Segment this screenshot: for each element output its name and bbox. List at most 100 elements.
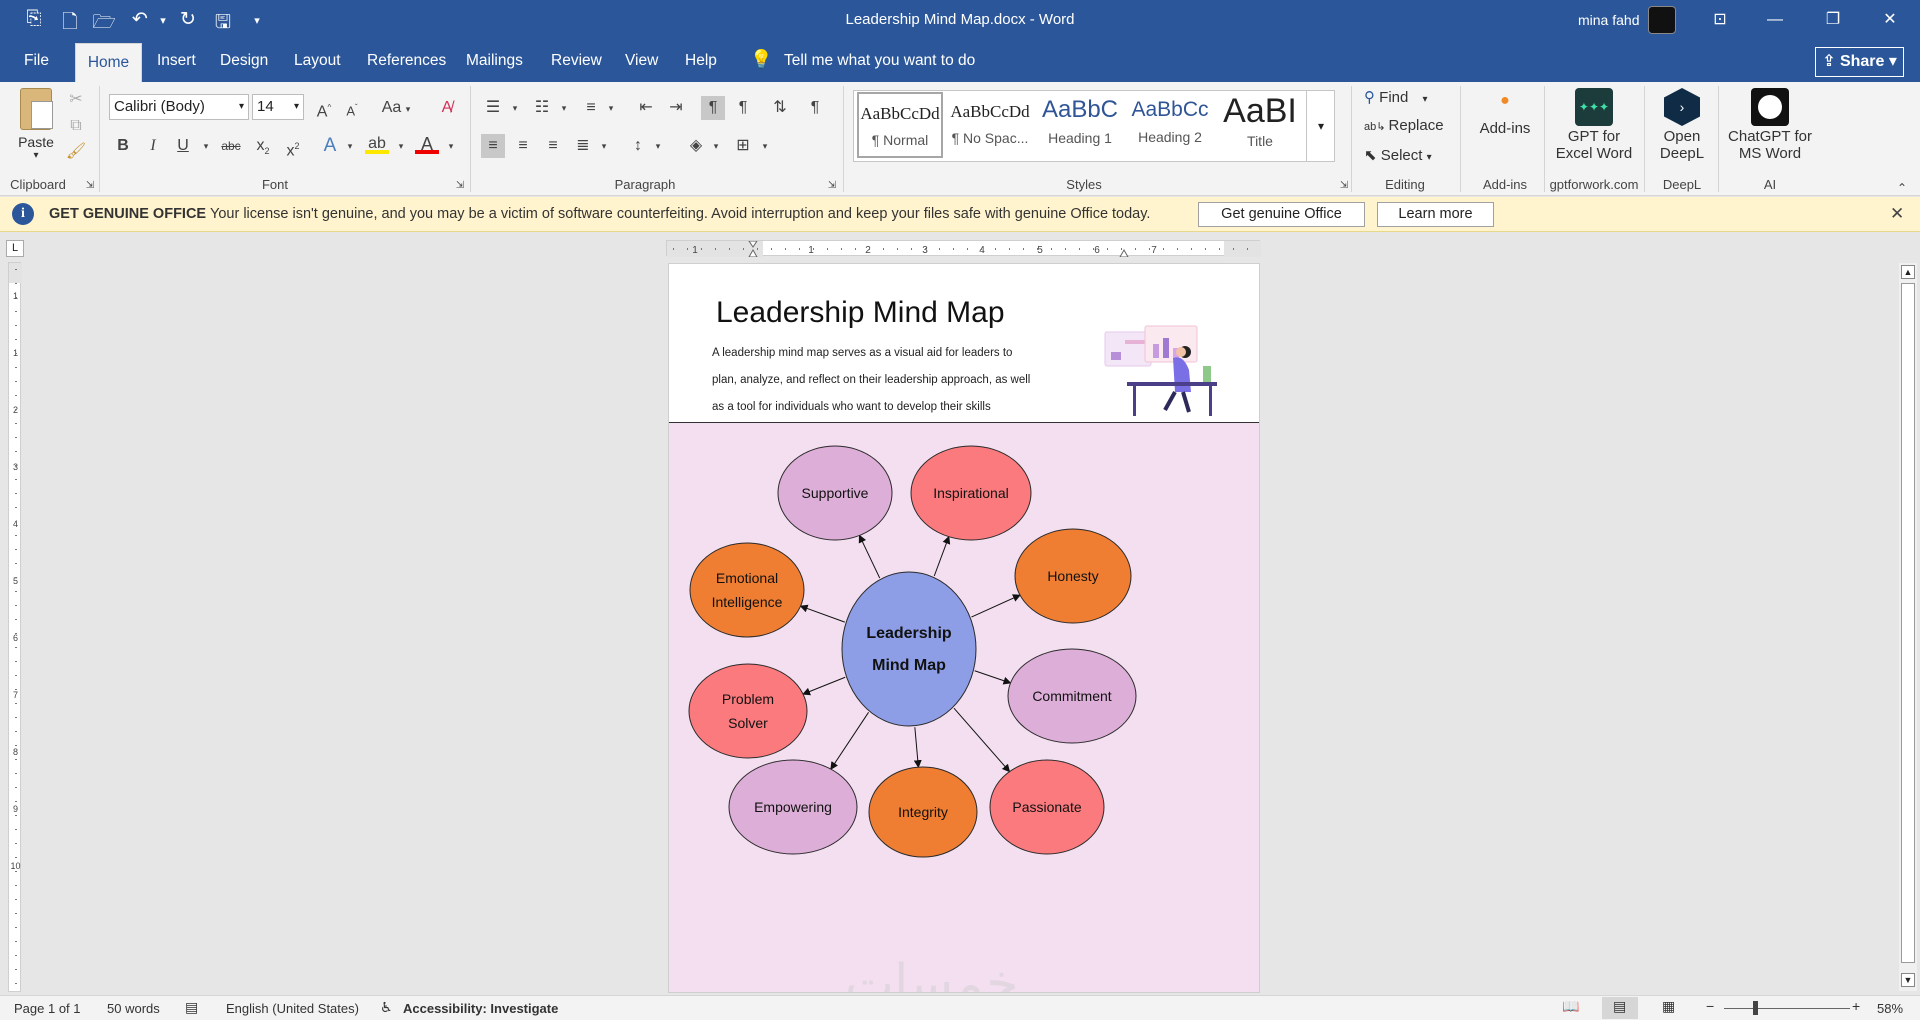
tab-home[interactable]: Home (75, 43, 142, 82)
tab-selector[interactable]: L (6, 240, 24, 257)
node-supportive[interactable]: Supportive (777, 445, 893, 541)
horizontal-ruler[interactable]: 1 1 2 3 4 5 6 7 (666, 240, 1261, 257)
cut-icon[interactable]: ✂ (64, 88, 88, 112)
zoom-in-icon[interactable]: + (1852, 998, 1860, 1014)
add-ins-button[interactable]: ● Add-ins (1466, 92, 1544, 137)
rtl-icon[interactable]: ¶ (731, 96, 755, 120)
node-integrity[interactable]: Integrity (868, 766, 978, 858)
gpt-for-excel-word-button[interactable]: ✦✦✦ GPT for Excel Word (1546, 88, 1642, 162)
dialog-launcher-icon[interactable]: ⇲ (820, 174, 844, 198)
chevron-down-icon[interactable]: ▾ (294, 95, 299, 119)
ribbon-display-options-icon[interactable]: ⊡ (1700, 6, 1740, 34)
document-page[interactable]: Leadership Mind Map A leadership mind ma… (668, 263, 1260, 993)
paste-button[interactable]: Paste ▾ (14, 88, 58, 161)
tab-insert[interactable]: Insert (157, 52, 196, 70)
node-honesty[interactable]: Honesty (1014, 528, 1132, 624)
replace-button[interactable]: ab↳ Replace (1364, 117, 1454, 134)
show-formatting-icon[interactable]: ¶ (803, 96, 827, 120)
style-normal[interactable]: AaBbCcDd ¶ Normal (857, 92, 943, 158)
page-count[interactable]: Page 1 of 1 (14, 1001, 81, 1016)
center-node[interactable]: Leadership Mind Map (841, 571, 977, 727)
chevron-down-icon[interactable]: ▾ (599, 96, 623, 120)
read-mode-icon[interactable]: 📖 (1562, 998, 1579, 1015)
font-name-box[interactable]: Calibri (Body) ▾ (109, 94, 249, 120)
tab-design[interactable]: Design (220, 52, 268, 70)
close-icon[interactable]: ✕ (1890, 204, 1904, 224)
chevron-down-icon[interactable]: ▾ (646, 134, 670, 158)
get-genuine-office-button[interactable]: Get genuine Office (1198, 202, 1365, 227)
tab-file[interactable]: File (24, 52, 49, 70)
chevron-down-icon[interactable]: ▾ (552, 96, 576, 120)
align-center-icon[interactable]: ≡ (511, 134, 535, 158)
style-heading-2[interactable]: AaBbCc Heading 2 (1127, 92, 1213, 158)
chevron-down-icon[interactable]: ▾ (592, 134, 616, 158)
align-right-icon[interactable]: ≡ (541, 134, 565, 158)
decrease-indent-icon[interactable]: ⇤ (634, 96, 658, 120)
tab-layout[interactable]: Layout (294, 52, 341, 70)
accessibility-icon[interactable]: ♿ (380, 999, 393, 1016)
sort-icon[interactable]: ⇅ (768, 96, 792, 120)
learn-more-button[interactable]: Learn more (1377, 202, 1494, 227)
tab-help[interactable]: Help (685, 52, 717, 70)
ltr-icon[interactable]: ¶ (701, 96, 725, 120)
close-icon[interactable]: ✕ (1870, 6, 1910, 34)
avatar[interactable] (1648, 6, 1676, 34)
clear-formatting-icon[interactable]: A̸ (435, 96, 459, 120)
increase-indent-icon[interactable]: ⇥ (664, 96, 688, 120)
styles-more-button[interactable]: ▾ (1306, 90, 1335, 162)
document-heading[interactable]: Leadership Mind Map (716, 296, 1005, 330)
bold-icon[interactable]: B (111, 134, 135, 158)
chevron-down-icon[interactable]: ▾ (194, 134, 218, 158)
node-empowering[interactable]: Empowering (728, 759, 858, 855)
bullets-icon[interactable]: ☰ (481, 96, 505, 120)
format-painter-icon[interactable]: 🖌 (64, 140, 88, 164)
chevron-down-icon[interactable]: ▾ (439, 134, 463, 158)
node-inspirational[interactable]: Inspirational (910, 445, 1032, 541)
word-count[interactable]: 50 words (107, 1001, 160, 1016)
superscript-icon[interactable]: x2 (281, 134, 305, 159)
chevron-down-icon[interactable]: ▾ (503, 96, 527, 120)
style-heading-1[interactable]: AaBbC Heading 1 (1037, 92, 1123, 158)
chevron-down-icon[interactable]: ▾ (704, 134, 728, 158)
vertical-scrollbar[interactable]: ▲ ▼ (1899, 263, 1917, 991)
restore-icon[interactable]: ❐ (1813, 6, 1853, 34)
grow-font-icon[interactable]: A^ (312, 96, 336, 120)
scroll-up-icon[interactable]: ▲ (1901, 265, 1915, 279)
dialog-launcher-icon[interactable]: ⇲ (1332, 174, 1356, 198)
tab-review[interactable]: Review (551, 52, 602, 70)
change-case-button[interactable]: Aa ▾ (378, 96, 414, 120)
underline-icon[interactable]: U (171, 134, 195, 158)
align-left-icon[interactable]: ≡ (481, 134, 505, 158)
italic-icon[interactable]: I (141, 134, 165, 158)
strikethrough-icon[interactable]: abc (219, 134, 243, 158)
zoom-out-icon[interactable]: − (1706, 998, 1714, 1014)
chevron-down-icon[interactable]: ▾ (753, 134, 777, 158)
copy-icon[interactable]: ⧉ (64, 114, 88, 138)
numbering-icon[interactable]: ☷ (530, 96, 554, 120)
borders-icon[interactable]: ⊞ (731, 134, 755, 158)
tab-mailings[interactable]: Mailings (466, 52, 523, 70)
dialog-launcher-icon[interactable]: ⇲ (448, 174, 472, 198)
minimize-icon[interactable]: — (1755, 6, 1795, 34)
node-commitment[interactable]: Commitment (1007, 648, 1137, 744)
intro-paragraph[interactable]: A leadership mind map serves as a visual… (712, 340, 1072, 421)
open-deepl-button[interactable]: › Open DeepL (1646, 88, 1718, 162)
mind-map[interactable]: Leadership Mind Map Supportive Inspirationa… (669, 423, 1260, 993)
shrink-font-icon[interactable]: Aˇ (340, 96, 364, 120)
subscript-icon[interactable]: x2 (251, 134, 275, 158)
find-button[interactable]: ⚲ Find ▾ (1364, 88, 1454, 106)
user-name[interactable]: mina fahd (1578, 12, 1639, 28)
style-no-spacing[interactable]: AaBbCcDd ¶ No Spac... (947, 92, 1033, 158)
font-size-box[interactable]: 14 ▾ (252, 94, 304, 120)
proofing-icon[interactable]: ▤ (185, 999, 198, 1016)
scroll-down-icon[interactable]: ▼ (1901, 973, 1915, 987)
tab-references[interactable]: References (367, 52, 446, 70)
chevron-down-icon[interactable]: ▾ (239, 95, 244, 119)
vertical-ruler[interactable]: 112345678910 (8, 262, 22, 992)
node-passionate[interactable]: Passionate (989, 759, 1105, 855)
node-emotional-intelligence[interactable]: Emotional Intelligence (689, 542, 805, 638)
share-button[interactable]: ⇪ Share ▾ (1815, 47, 1904, 77)
zoom-slider-track[interactable] (1724, 1008, 1850, 1009)
chevron-down-icon[interactable]: ▾ (389, 134, 413, 158)
tab-view[interactable]: View (625, 52, 658, 70)
